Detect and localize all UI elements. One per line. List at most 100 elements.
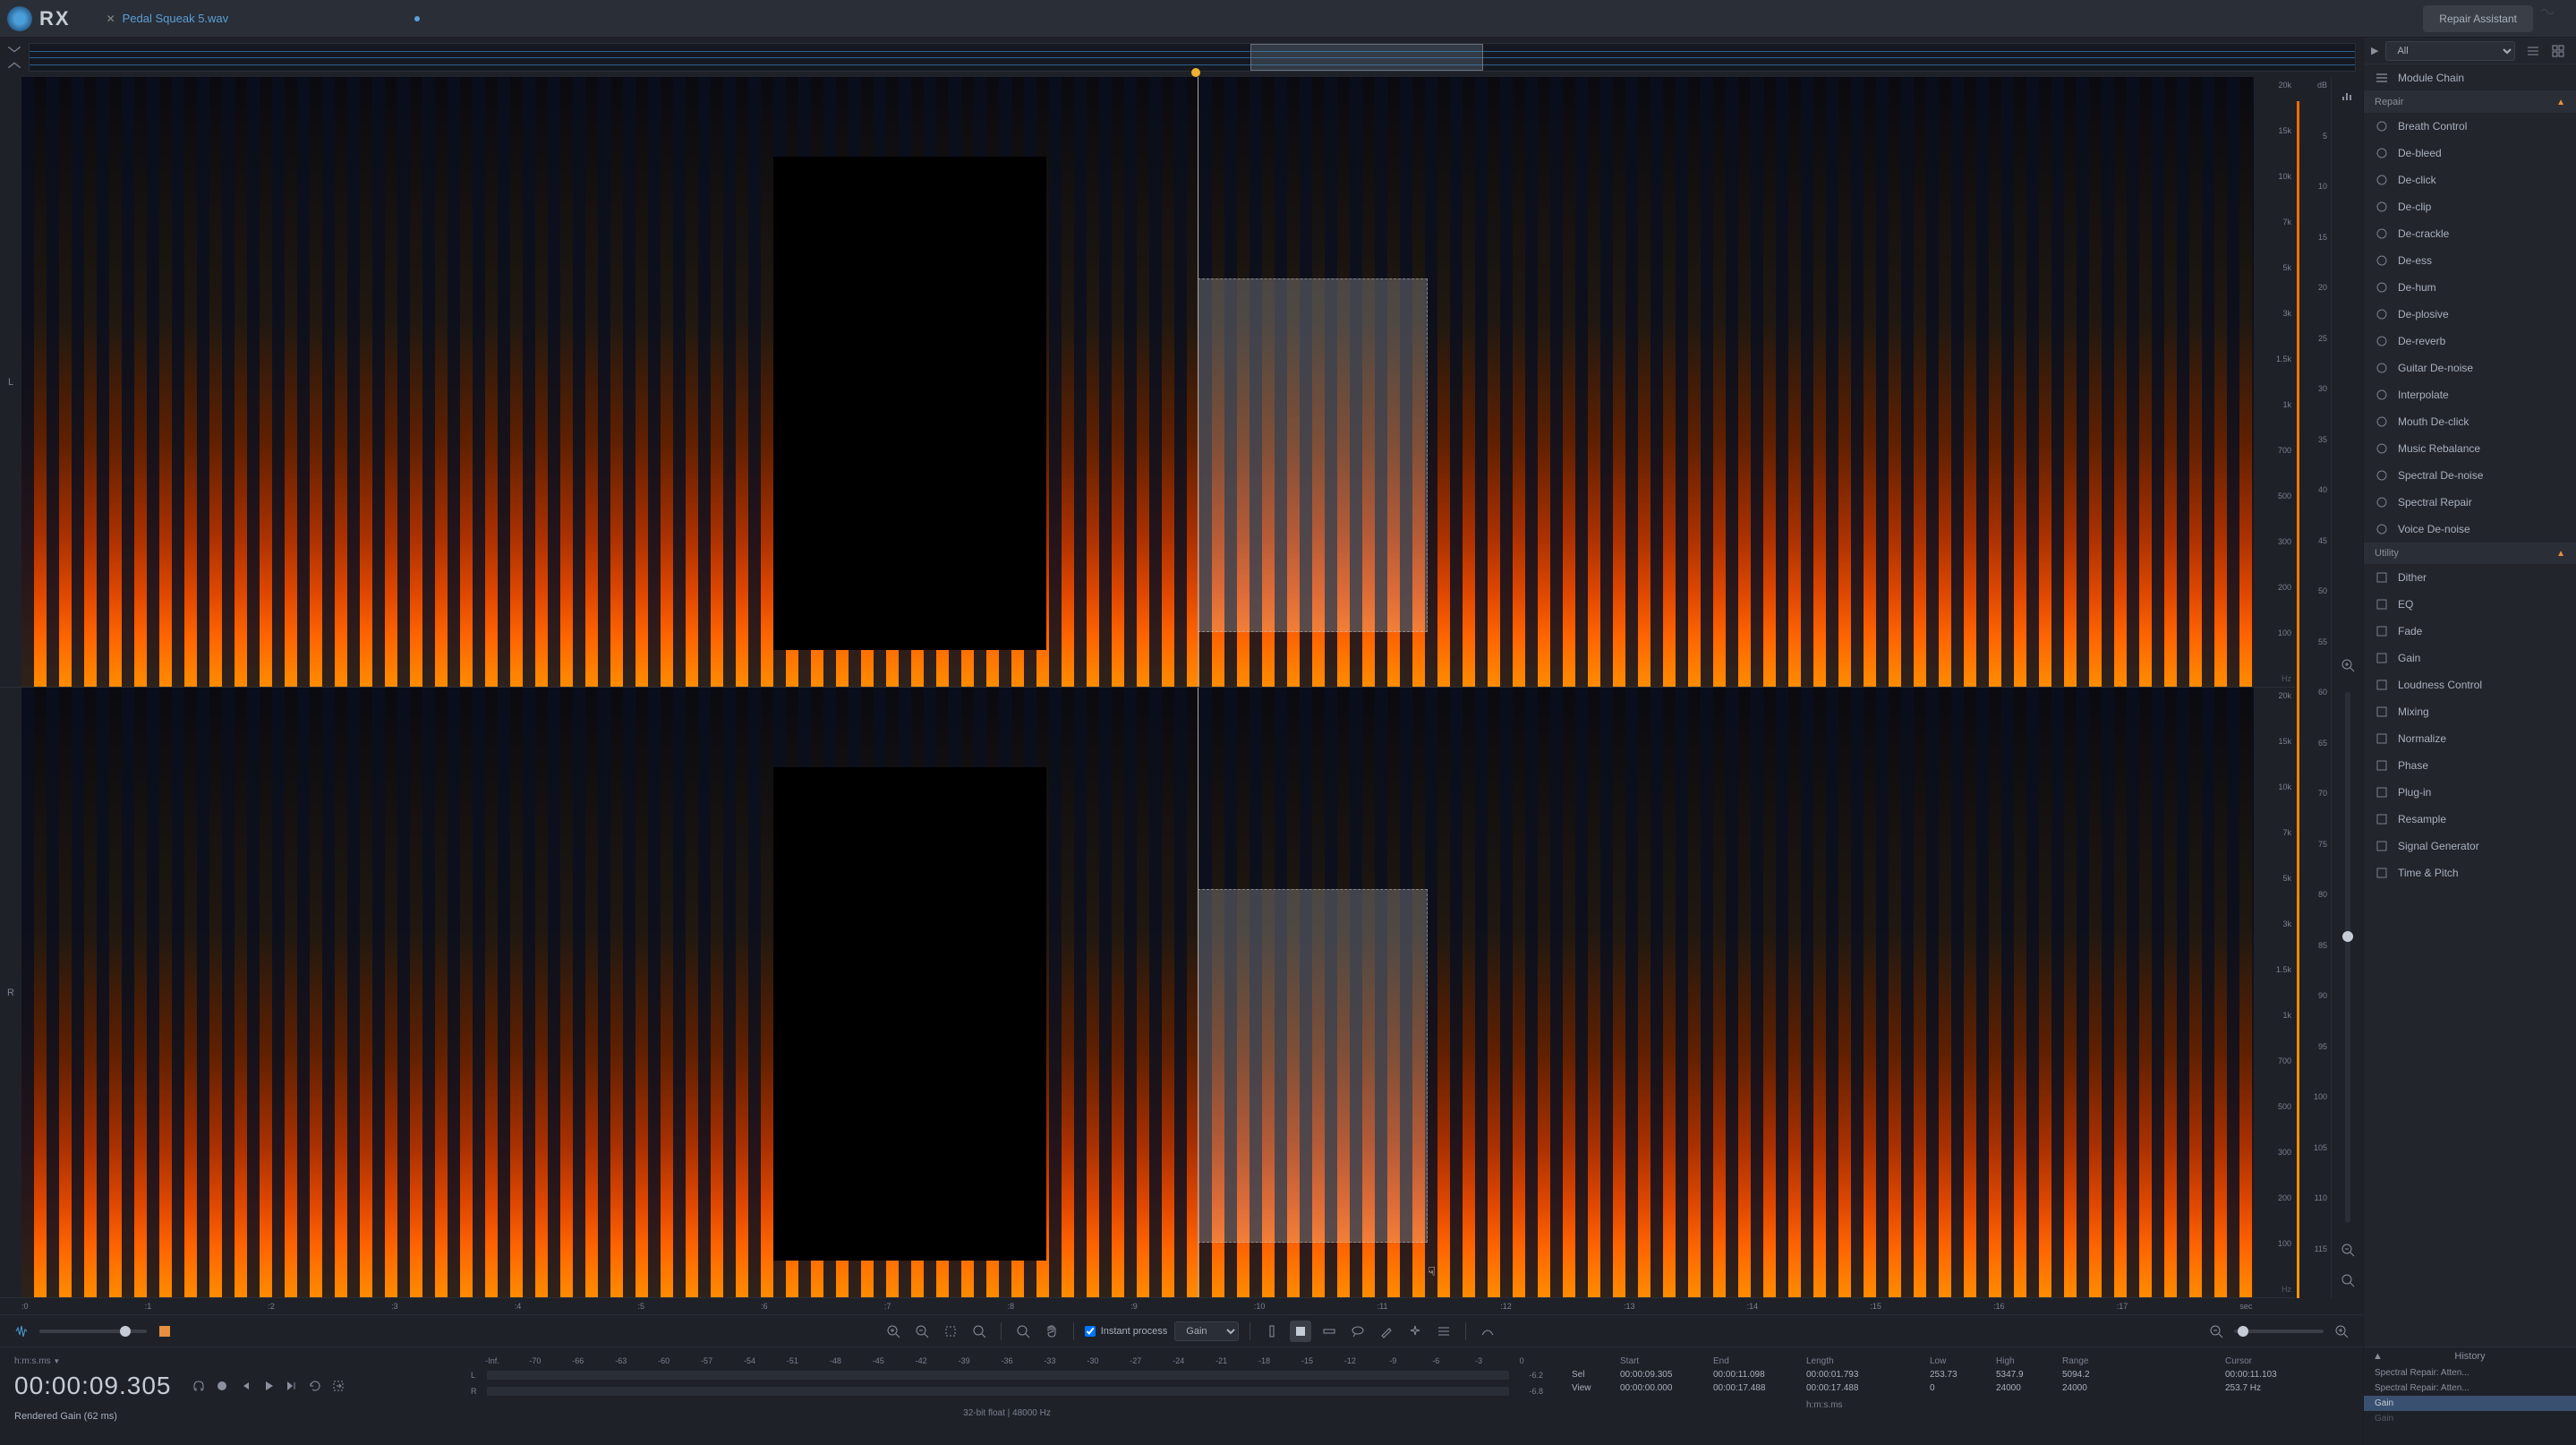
time-ruler[interactable]: :0:1:2:3:4:5:6:7:8:9:10:11:12:13:14:15:1… <box>0 1298 2363 1314</box>
spectrum-settings-icon[interactable] <box>2337 84 2358 106</box>
module-item-normalize[interactable]: Normalize <box>2364 725 2576 752</box>
history-item[interactable]: Spectral Repair: Atten... <box>2364 1365 2576 1381</box>
playhead-marker-icon[interactable] <box>1191 68 1200 77</box>
lasso-select-icon[interactable] <box>1347 1321 1369 1342</box>
time-select-icon[interactable] <box>1261 1321 1283 1342</box>
cursor-icon: ☟ <box>1428 1264 1436 1279</box>
module-chain-button[interactable]: Module Chain <box>2364 64 2576 91</box>
overview-selection[interactable] <box>1250 44 1483 71</box>
zoom-tools <box>2331 77 2363 1298</box>
module-item-breath-control[interactable]: Breath Control <box>2364 113 2576 140</box>
instant-process-checkbox[interactable]: Instant process <box>1085 1326 1168 1337</box>
list-view-icon[interactable] <box>2522 40 2544 62</box>
module-item-fade[interactable]: Fade <box>2364 618 2576 645</box>
module-icon <box>2375 227 2389 241</box>
module-item-gain[interactable]: Gain <box>2364 645 2576 671</box>
spectrogram-left[interactable] <box>21 77 2254 688</box>
module-icon <box>2375 866 2389 880</box>
module-item-interpolate[interactable]: Interpolate <box>2364 381 2576 408</box>
spectrogram-right[interactable]: ☟ <box>21 688 2254 1298</box>
module-item-music-rebalance[interactable]: Music Rebalance <box>2364 435 2576 462</box>
brush-select-icon[interactable] <box>1376 1321 1397 1342</box>
tab-filename: Pedal Squeak 5.wav <box>123 12 229 25</box>
rect-select-icon[interactable] <box>1290 1321 1311 1342</box>
loop-icon[interactable] <box>306 1377 324 1395</box>
spectrogram-display[interactable]: ☟ <box>21 77 2254 1298</box>
utility-section-header[interactable]: Utility ▲ <box>2364 543 2576 564</box>
zoom-fit-icon[interactable] <box>2337 1270 2358 1291</box>
module-filter-select[interactable]: All <box>2385 41 2515 61</box>
follow-icon[interactable] <box>329 1377 347 1395</box>
harmonics-icon[interactable] <box>1433 1321 1454 1342</box>
selection-region[interactable] <box>1198 889 1428 1243</box>
module-item-plug-in[interactable]: Plug-in <box>2364 779 2576 806</box>
waveform-view-icon[interactable] <box>11 1321 32 1342</box>
module-icon <box>2375 570 2389 585</box>
repair-section-header[interactable]: Repair ▲ <box>2364 91 2576 113</box>
repair-assistant-button[interactable]: Repair Assistant <box>2423 5 2533 32</box>
wave-icon <box>2540 4 2569 33</box>
history-item[interactable]: Gain <box>2364 1411 2576 1426</box>
preview-play-icon[interactable]: ▶ <box>2371 45 2378 56</box>
module-icon <box>2375 200 2389 214</box>
module-item-time-pitch[interactable]: Time & Pitch <box>2364 859 2576 886</box>
history-item[interactable]: Gain <box>2364 1396 2576 1411</box>
zoom-h-out-icon[interactable] <box>2205 1321 2227 1342</box>
wand-select-icon[interactable] <box>1404 1321 1426 1342</box>
module-icon <box>2375 785 2389 799</box>
frequency-scale: 20k15k10k7k5k3k1.5k1k700500300200100Hz 2… <box>2254 77 2295 1298</box>
play-selection-icon[interactable] <box>283 1377 301 1395</box>
grid-view-icon[interactable] <box>2547 40 2569 62</box>
zoom-selection-icon[interactable] <box>940 1321 961 1342</box>
zoom-in-vert-icon[interactable] <box>2337 654 2358 676</box>
module-item-phase[interactable]: Phase <box>2364 752 2576 779</box>
spectrogram-view-icon[interactable] <box>154 1321 175 1342</box>
module-item-mixing[interactable]: Mixing <box>2364 698 2576 725</box>
module-item-spectral-repair[interactable]: Spectral Repair <box>2364 489 2576 516</box>
curve-tool-icon[interactable] <box>1477 1321 1498 1342</box>
module-item-signal-generator[interactable]: Signal Generator <box>2364 833 2576 859</box>
headphone-icon[interactable] <box>190 1377 208 1395</box>
freq-select-icon[interactable] <box>1318 1321 1340 1342</box>
module-item-spectral-de-noise[interactable]: Spectral De-noise <box>2364 462 2576 489</box>
opacity-slider[interactable] <box>39 1330 147 1333</box>
close-icon[interactable]: ✕ <box>107 13 115 25</box>
zoom-fit-icon[interactable] <box>968 1321 990 1342</box>
module-item-mouth-de-click[interactable]: Mouth De-click <box>2364 408 2576 435</box>
module-item-resample[interactable]: Resample <box>2364 806 2576 833</box>
hand-tool-icon[interactable] <box>1041 1321 1062 1342</box>
zoom-in-icon[interactable] <box>883 1321 904 1342</box>
module-item-voice-de-noise[interactable]: Voice De-noise <box>2364 516 2576 543</box>
zoom-h-in-icon[interactable] <box>2331 1321 2352 1342</box>
file-tab[interactable]: ✕ Pedal Squeak 5.wav <box>92 6 435 30</box>
vertical-zoom-slider[interactable] <box>2345 692 2350 1223</box>
module-item-loudness-control[interactable]: Loudness Control <box>2364 671 2576 698</box>
h-zoom-slider[interactable] <box>2234 1330 2324 1333</box>
history-expand-icon[interactable]: ▲ <box>2373 1351 2383 1362</box>
selection-region[interactable] <box>1198 278 1428 632</box>
history-item[interactable]: Spectral Repair: Atten... <box>2364 1381 2576 1396</box>
module-item-eq[interactable]: EQ <box>2364 591 2576 618</box>
process-select[interactable]: Gain <box>1174 1321 1239 1341</box>
overview-timeline[interactable] <box>29 43 2356 72</box>
module-item-de-hum[interactable]: De-hum <box>2364 274 2576 301</box>
module-item-de-bleed[interactable]: De-bleed <box>2364 140 2576 167</box>
module-item-de-reverb[interactable]: De-reverb <box>2364 328 2576 355</box>
time-format-label[interactable]: h:m:s.ms ▼ <box>14 1356 442 1366</box>
module-item-de-crackle[interactable]: De-crackle <box>2364 220 2576 247</box>
zoom-tool-icon[interactable] <box>1012 1321 1034 1342</box>
rewind-icon[interactable] <box>236 1377 254 1395</box>
history-title: History <box>2454 1351 2485 1362</box>
module-item-de-plosive[interactable]: De-plosive <box>2364 301 2576 328</box>
module-item-de-click[interactable]: De-click <box>2364 167 2576 193</box>
app-logo: RX <box>7 6 71 31</box>
play-icon[interactable] <box>260 1377 277 1395</box>
module-item-de-clip[interactable]: De-clip <box>2364 193 2576 220</box>
module-item-dither[interactable]: Dither <box>2364 564 2576 591</box>
record-icon[interactable] <box>213 1377 231 1395</box>
overview-toggle[interactable] <box>0 38 29 77</box>
zoom-out-vert-icon[interactable] <box>2337 1239 2358 1261</box>
module-item-de-ess[interactable]: De-ess <box>2364 247 2576 274</box>
zoom-out-icon[interactable] <box>911 1321 933 1342</box>
module-item-guitar-de-noise[interactable]: Guitar De-noise <box>2364 355 2576 381</box>
